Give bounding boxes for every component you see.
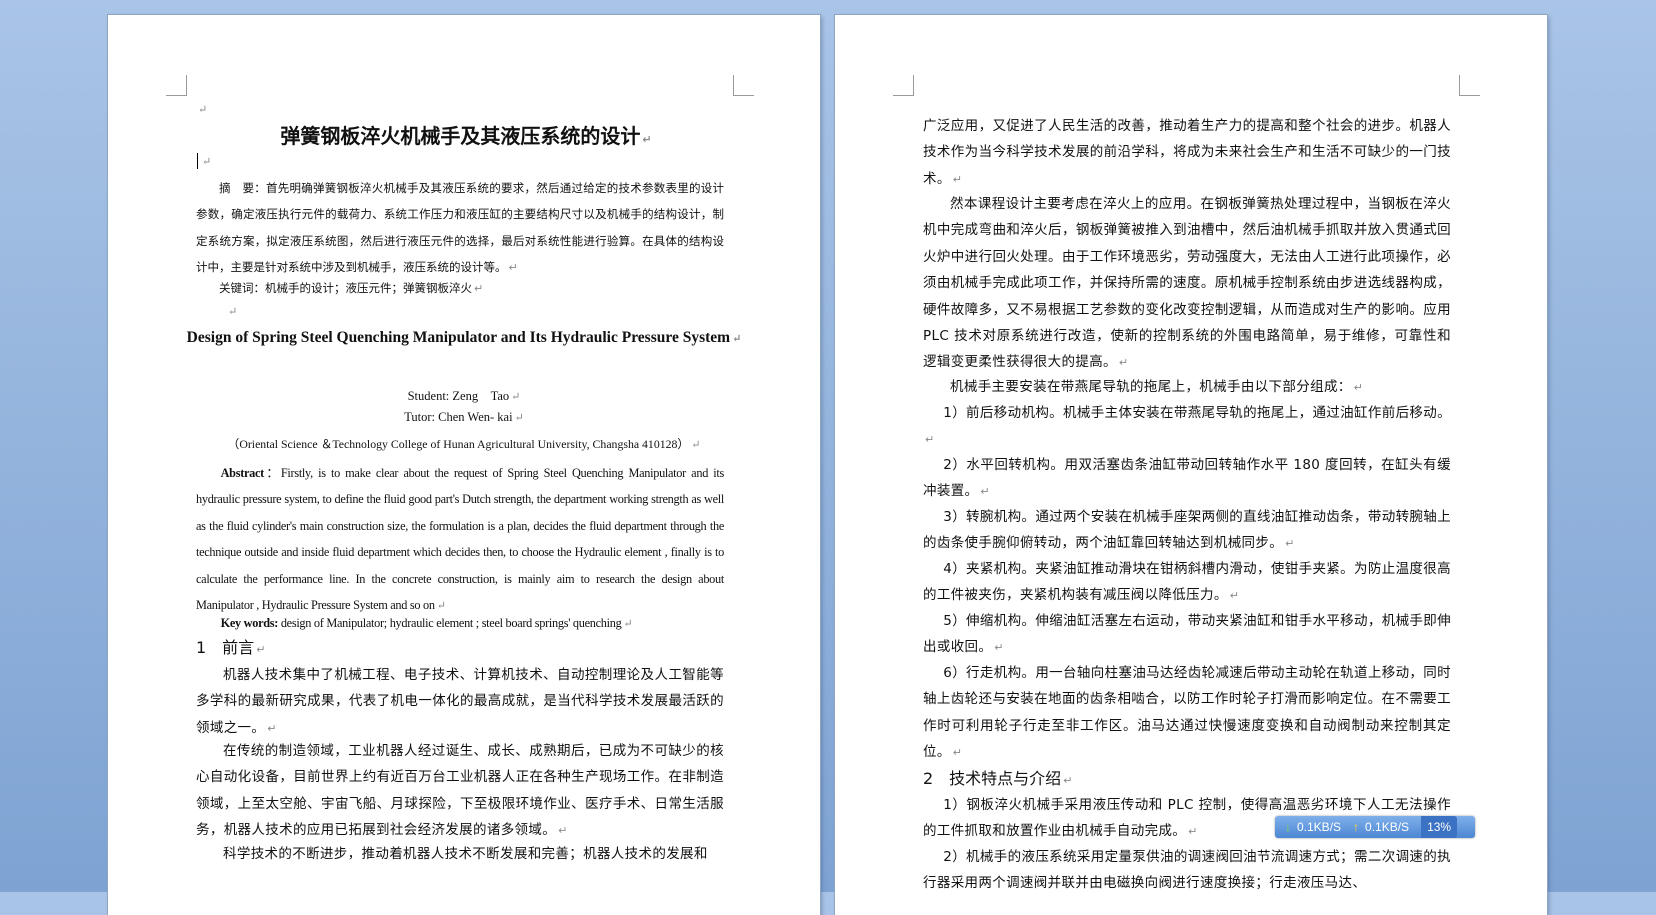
keywords-en-text: design of Manipulator; hydraulic element… bbox=[278, 616, 622, 630]
paragraph-mark: ↵ bbox=[952, 746, 963, 760]
paragraph-mark: ↵ bbox=[228, 305, 238, 318]
paragraph-mark: ↵ bbox=[508, 261, 518, 275]
download-arrow-icon: ↓ bbox=[1285, 820, 1291, 834]
text-cursor bbox=[197, 153, 198, 169]
title-zh-text: 弹簧钢板淬火机械手及其液压系统的设计 bbox=[280, 124, 641, 148]
section-heading-2: 2 技术特点与介绍 ↵ bbox=[923, 766, 1451, 794]
body-text: 科学技术的不断进步，推动着机器人技术不断发展和完善；机器人技术的发展和 bbox=[223, 846, 708, 862]
keywords-zh: 关键词：机械手的设计；液压元件；弹簧钢板淬火 ↵ bbox=[196, 275, 724, 302]
tutor-line: Tutor: Chen Wen- kai ↵ bbox=[186, 410, 742, 425]
abstract-zh: 摘 要：首先明确弹簧钢板淬火机械手及其液压系统的要求，然后通过给定的技术参数表里… bbox=[196, 175, 724, 282]
paragraph-mark: ↵ bbox=[1118, 356, 1129, 370]
body-paragraph: 机械手主要安装在带燕尾导轨的拖尾上，机械手由以下部分组成： ↵ bbox=[923, 374, 1451, 401]
body-text: 然本课程设计主要考虑在淬火上的应用。在钢板弹簧热处理过程中，当钢板在淬火机中完成… bbox=[923, 196, 1451, 371]
keywords-en: Key words: design of Manipulator; hydrau… bbox=[196, 610, 724, 637]
download-speed: 0.1KB/S bbox=[1297, 820, 1342, 834]
body-paragraph: 广泛应用，又促进了人民生活的改善，推动着生产力的提高和整个社会的进步。机器人技术… bbox=[923, 113, 1451, 193]
document-page-right[interactable]: 广泛应用，又促进了人民生活的改善，推动着生产力的提高和整个社会的进步。机器人技术… bbox=[835, 15, 1547, 915]
section-1-heading-text: 1 前言 bbox=[196, 638, 255, 657]
keywords-en-label: Key words: bbox=[220, 616, 279, 630]
list-item-text: 3）转腕机构。通过两个安装在机械手座架两侧的直线油缸推动齿条，带动转腕轴上的齿条… bbox=[923, 509, 1451, 552]
section-heading-1: 1 前言 ↵ bbox=[196, 635, 724, 663]
paragraph-mark: ↵ bbox=[474, 282, 484, 295]
paragraph-mark: ↵ bbox=[980, 485, 990, 499]
paragraph-mark: ↵ bbox=[1188, 825, 1198, 839]
list-item: 5）伸缩机构。伸缩油缸活塞左右运动，带动夹紧油缸和钳手水平移动，机械手即伸出或收… bbox=[923, 608, 1451, 662]
paragraph-mark: ↵ bbox=[623, 618, 633, 630]
paragraph-mark: ↵ bbox=[925, 433, 935, 447]
student-text: Student: Zeng Tao bbox=[407, 389, 510, 403]
list-item: 1）前后移动机构。机械手主体安装在带燕尾导轨的拖尾上，通过油缸作前后移动。 ↵ bbox=[923, 400, 1451, 454]
paragraph-mark: ↵ bbox=[732, 333, 742, 345]
paragraph-mark: ↵ bbox=[202, 155, 212, 168]
paragraph-mark: ↵ bbox=[994, 641, 1004, 655]
usage-percent: 13% bbox=[1421, 816, 1458, 838]
paragraph-mark: ↵ bbox=[558, 824, 568, 838]
document-page-left[interactable]: ↵ 弹簧钢板淬火机械手及其液压系统的设计 ↵ ↵ 摘 要：首先明确弹簧钢板淬火机械… bbox=[108, 15, 820, 915]
list-item: 2）水平回转机构。用双活塞齿条油缸带动回转轴作水平 180 度回转，在缸头有缓冲… bbox=[923, 452, 1451, 506]
body-paragraph: 科学技术的不断进步，推动着机器人技术不断发展和完善；机器人技术的发展和 bbox=[196, 841, 724, 867]
crop-mark-top-right bbox=[1459, 75, 1480, 96]
paragraph-mark: ↵ bbox=[691, 439, 701, 451]
section-2-heading-text: 2 技术特点与介绍 bbox=[923, 769, 1062, 788]
affiliation-line: （Oriental Science ＆Technology College of… bbox=[186, 435, 742, 452]
paragraph-mark: ↵ bbox=[642, 133, 652, 146]
list-item-text: 6）行走机构。用一台轴向柱塞油马达经齿轮减速后带动主动轮在轨道上移动，同时轴上齿… bbox=[923, 665, 1451, 761]
body-text: 在传统的制造领域，工业机器人经过诞生、成长、成熟期后，已成为不可缺少的核心自动化… bbox=[196, 743, 724, 839]
list-item: 3）转腕机构。通过两个安装在机械手座架两侧的直线油缸推动齿条，带动转腕轴上的齿条… bbox=[923, 504, 1451, 558]
paragraph-mark: ↵ bbox=[267, 721, 277, 735]
tutor-text: Tutor: Chen Wen- kai bbox=[404, 410, 513, 424]
crop-mark-top-right bbox=[733, 75, 754, 96]
paragraph-mark: ↵ bbox=[511, 391, 521, 403]
paragraph-mark: ↵ bbox=[1063, 774, 1073, 787]
abstract-en-label: Abstract bbox=[220, 466, 265, 480]
abstract-en-text: ：Firstly, is to make clear about the req… bbox=[196, 466, 724, 613]
body-paragraph: 然本课程设计主要考虑在淬火上的应用。在钢板弹簧热处理过程中，当钢板在淬火机中完成… bbox=[923, 191, 1451, 377]
paragraph-mark: ↵ bbox=[1229, 589, 1240, 603]
upload-speed: 0.1KB/S bbox=[1365, 820, 1410, 834]
document-title-zh: 弹簧钢板淬火机械手及其液压系统的设计 ↵ bbox=[186, 120, 746, 149]
list-item: 6）行走机构。用一台轴向柱塞油马达经齿轮减速后带动主动轮在轨道上移动，同时轴上齿… bbox=[923, 660, 1451, 767]
abstract-zh-text: 摘 要：首先明确弹簧钢板淬火机械手及其液压系统的要求，然后通过给定的技术参数表里… bbox=[196, 181, 724, 275]
paragraph-mark: ↵ bbox=[256, 643, 266, 656]
network-speed-widget[interactable]: ↓ 0.1KB/S ↑ 0.1KB/S 13% bbox=[1275, 816, 1475, 838]
list-item: 4）夹紧机构。夹紧油缸推动滑块在钳柄斜槽内滑动，使钳手夹紧。为防止温度很高的工件… bbox=[923, 556, 1451, 610]
abstract-en: Abstract：Firstly, is to make clear about… bbox=[196, 460, 724, 619]
body-text: 广泛应用，又促进了人民生活的改善，推动着生产力的提高和整个社会的进步。机器人技术… bbox=[923, 118, 1451, 187]
paragraph-mark: ↵ bbox=[1353, 381, 1364, 394]
upload-arrow-icon: ↑ bbox=[1353, 820, 1360, 834]
list-item: 2）机械手的液压系统采用定量泵供油的调速阀回油节流调速方式；需二次调速的执行器采… bbox=[923, 844, 1451, 897]
document-title-en: Design of Spring Steel Quenching Manipul… bbox=[186, 325, 742, 352]
list-item-text: 2）水平回转机构。用双活塞齿条油缸带动回转轴作水平 180 度回转，在缸头有缓冲… bbox=[923, 457, 1451, 500]
crop-mark-top-left bbox=[166, 75, 187, 96]
paragraph-mark: ↵ bbox=[514, 412, 524, 424]
body-text: 机械手主要安装在带燕尾导轨的拖尾上，机械手由以下部分组成： bbox=[950, 379, 1352, 395]
affiliation-text: （Oriental Science ＆Technology College of… bbox=[227, 437, 690, 451]
paragraph-mark: ↵ bbox=[1285, 537, 1295, 551]
list-item-text: 4）夹紧机构。夹紧油缸推动滑块在钳柄斜槽内滑动，使钳手夹紧。为防止温度很高的工件… bbox=[923, 561, 1451, 604]
body-paragraph: 机器人技术集中了机械工程、电子技术、计算机技术、自动控制理论及人工智能等多学科的… bbox=[196, 662, 724, 742]
list-item-text: 2）机械手的液压系统采用定量泵供油的调速阀回油节流调速方式；需二次调速的执行器采… bbox=[923, 849, 1451, 892]
keywords-zh-text: 关键词：机械手的设计；液压元件；弹簧钢板淬火 bbox=[219, 281, 472, 295]
crop-mark-top-left bbox=[893, 75, 914, 96]
paragraph-mark: ↵ bbox=[952, 172, 963, 186]
body-paragraph: 在传统的制造领域，工业机器人经过诞生、成长、成熟期后，已成为不可缺少的核心自动化… bbox=[196, 738, 724, 845]
student-line: Student: Zeng Tao ↵ bbox=[186, 385, 742, 404]
title-en-text: Design of Spring Steel Quenching Manipul… bbox=[186, 329, 731, 346]
paragraph-mark: ↵ bbox=[198, 103, 208, 116]
list-item-text: 1）前后移动机构。机械手主体安装在带燕尾导轨的拖尾上，通过油缸作前后移动。 bbox=[943, 405, 1451, 421]
